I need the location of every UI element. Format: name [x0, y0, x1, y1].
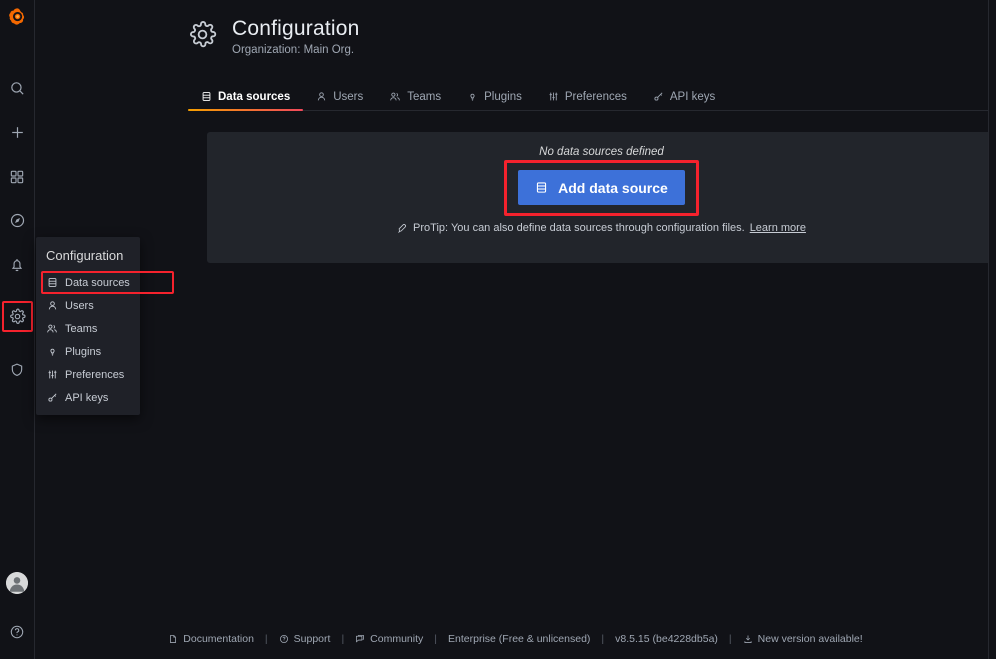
plugin-icon [46, 346, 58, 358]
database-icon [201, 91, 212, 102]
footer-label: v8.5.15 (be4228db5a) [615, 633, 718, 645]
menu-item-label: API keys [65, 391, 109, 404]
search-icon [9, 80, 26, 97]
page-header: Configuration Organization: Main Org. [188, 16, 360, 56]
sidebar-item-profile[interactable] [0, 565, 35, 600]
empty-state-message: No data sources defined [539, 146, 664, 158]
page-subtitle: Organization: Main Org. [232, 44, 355, 56]
users-icon [46, 323, 58, 335]
sliders-icon [548, 91, 559, 102]
grafana-logo[interactable] [0, 0, 35, 35]
sidebar-item-search[interactable] [0, 71, 35, 106]
menu-item-api-keys[interactable]: API keys [36, 386, 140, 409]
tab-label: API keys [669, 90, 716, 103]
alerting-icon [9, 257, 25, 273]
sidebar-item-alerting[interactable] [0, 247, 35, 282]
protip-learn-more-link[interactable]: Learn more [750, 222, 806, 234]
protip-row: ProTip: You can also define data sources… [397, 222, 806, 234]
sliders-icon [46, 369, 58, 381]
sidebar-item-configuration[interactable] [0, 299, 35, 334]
explore-icon [9, 212, 26, 229]
help-icon [9, 624, 25, 640]
sidebar-nav-rail [0, 0, 35, 659]
tab-bar: Data sources Users Teams Plugins Prefere… [188, 83, 996, 111]
tab-label: Data sources [218, 90, 291, 103]
footer-documentation-link[interactable]: Documentation [157, 633, 265, 645]
footer-label: New version available! [757, 633, 863, 645]
footer-label: Community [370, 633, 424, 645]
dashboards-icon [9, 169, 25, 185]
document-icon [168, 634, 178, 644]
add-data-source-label: Add data source [558, 179, 668, 196]
gear-icon [188, 20, 217, 54]
avatar [6, 571, 28, 594]
footer-bar: Documentation | Support | Community | En… [35, 619, 996, 659]
dropdown-title: Configuration [46, 248, 124, 263]
menu-item-plugins[interactable]: Plugins [36, 340, 140, 363]
comment-icon [355, 634, 365, 644]
footer-community-link[interactable]: Community [344, 633, 434, 645]
menu-item-label: Teams [65, 322, 98, 335]
footer-support-link[interactable]: Support [268, 633, 342, 645]
key-icon [653, 91, 664, 102]
sidebar-item-help[interactable] [0, 614, 35, 649]
menu-item-label: Preferences [65, 368, 125, 381]
database-icon [46, 277, 58, 289]
menu-item-data-sources[interactable]: Data sources [36, 271, 174, 294]
menu-item-preferences[interactable]: Preferences [36, 363, 140, 386]
question-circle-icon [279, 634, 289, 644]
sidebar-item-create[interactable] [0, 115, 35, 150]
footer-label: Enterprise (Free & unlicensed) [448, 633, 591, 645]
key-icon [46, 392, 58, 404]
tab-data-sources[interactable]: Data sources [188, 83, 304, 111]
sidebar-item-dashboards[interactable] [0, 159, 35, 194]
footer-edition-label: Enterprise (Free & unlicensed) [437, 633, 601, 645]
tab-api-keys[interactable]: API keys [640, 83, 728, 110]
add-data-source-button[interactable]: Add data source [518, 170, 685, 205]
users-icon [389, 91, 401, 102]
gear-icon [9, 308, 26, 325]
shield-icon [9, 362, 25, 378]
menu-item-label: Data sources [65, 276, 130, 289]
user-icon [316, 91, 327, 102]
tab-label: Plugins [484, 90, 522, 103]
tab-label: Teams [407, 90, 442, 103]
sidebar-item-explore[interactable] [0, 203, 35, 238]
plugin-icon [467, 91, 478, 102]
user-icon [46, 300, 58, 312]
sidebar-item-server-admin[interactable] [0, 352, 35, 387]
footer-label: Support [293, 633, 331, 645]
main-content-area: Configuration Organization: Main Org. Da… [35, 0, 996, 659]
menu-item-label: Users [65, 299, 94, 312]
protip-text: ProTip: You can also define data sources… [413, 222, 745, 234]
footer-label: Documentation [183, 633, 254, 645]
tab-teams[interactable]: Teams [376, 83, 454, 110]
footer-new-version-link[interactable]: New version available! [732, 633, 874, 645]
download-icon [743, 634, 753, 644]
tab-label: Preferences [564, 90, 627, 103]
window-right-edge [988, 0, 996, 659]
data-sources-empty-panel: No data sources defined Add data source [207, 132, 996, 263]
tab-preferences[interactable]: Preferences [535, 83, 640, 110]
rocket-icon [397, 223, 408, 234]
menu-item-users[interactable]: Users [36, 294, 140, 317]
page-title: Configuration [232, 17, 360, 40]
add-data-source-highlight: Add data source [504, 160, 699, 216]
menu-item-teams[interactable]: Teams [36, 317, 140, 340]
footer-version-label: v8.5.15 (be4228db5a) [604, 633, 729, 645]
tab-plugins[interactable]: Plugins [454, 83, 535, 110]
plus-icon [9, 124, 26, 141]
tab-users[interactable]: Users [303, 83, 376, 110]
configuration-dropdown-menu: Configuration Data sources Users Teams P… [36, 237, 174, 415]
tab-label: Users [333, 90, 364, 103]
grafana-app-window: Configuration Data sources Users Teams P… [0, 0, 996, 659]
menu-item-label: Plugins [65, 345, 102, 358]
database-icon [535, 181, 548, 194]
